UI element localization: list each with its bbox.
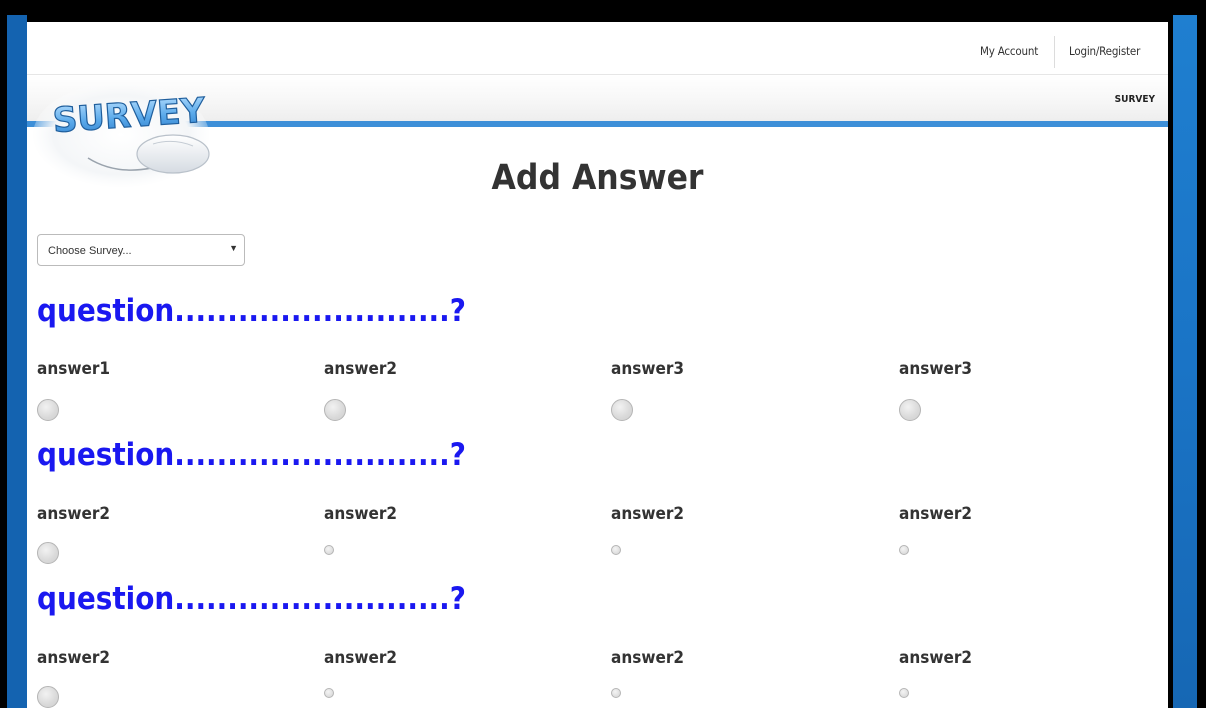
answer-radio[interactable]: [611, 399, 633, 421]
answer-label: answer2: [324, 504, 398, 524]
page: My Account Login/Register SURVEY SURVEY …: [27, 22, 1168, 708]
answer-radio[interactable]: [324, 545, 334, 555]
nav-brand-survey[interactable]: SURVEY: [1115, 94, 1155, 105]
answer-label: answer1: [37, 359, 111, 379]
question-title: question..........................?: [37, 293, 466, 329]
my-account-link[interactable]: My Account: [980, 44, 1038, 58]
page-title: Add Answer: [491, 158, 704, 198]
answer-label: answer3: [611, 359, 685, 379]
answer-radio[interactable]: [899, 545, 909, 555]
answer-label: answer2: [899, 504, 973, 524]
answer-radio[interactable]: [899, 399, 921, 421]
answer-radio[interactable]: [324, 399, 346, 421]
answer-radio[interactable]: [37, 686, 59, 708]
answer-label: answer2: [324, 359, 398, 379]
answer-radio[interactable]: [37, 542, 59, 564]
top-divider: [1054, 36, 1055, 68]
dropdown-arrow-icon: ▼: [229, 243, 238, 253]
answer-label: answer2: [324, 648, 398, 668]
question-title: question..........................?: [37, 581, 466, 617]
answer-radio[interactable]: [899, 688, 909, 698]
question-title: question..........................?: [37, 437, 466, 473]
answer-label: answer2: [611, 648, 685, 668]
answer-label: answer2: [899, 648, 973, 668]
answer-label: answer2: [611, 504, 685, 524]
answer-radio[interactable]: [611, 688, 621, 698]
top-bar: My Account Login/Register: [27, 22, 1168, 75]
login-register-link[interactable]: Login/Register: [1069, 44, 1140, 58]
answer-label: answer2: [37, 648, 111, 668]
answer-radio[interactable]: [324, 688, 334, 698]
answer-label: answer2: [37, 504, 111, 524]
answer-label: answer3: [899, 359, 973, 379]
choose-survey-select[interactable]: Choose Survey... ▼: [37, 234, 245, 266]
window-left-edge: [7, 15, 27, 708]
desktop-background: [1173, 15, 1197, 708]
answer-radio[interactable]: [611, 545, 621, 555]
answer-radio[interactable]: [37, 399, 59, 421]
choose-survey-value: Choose Survey...: [48, 245, 132, 257]
